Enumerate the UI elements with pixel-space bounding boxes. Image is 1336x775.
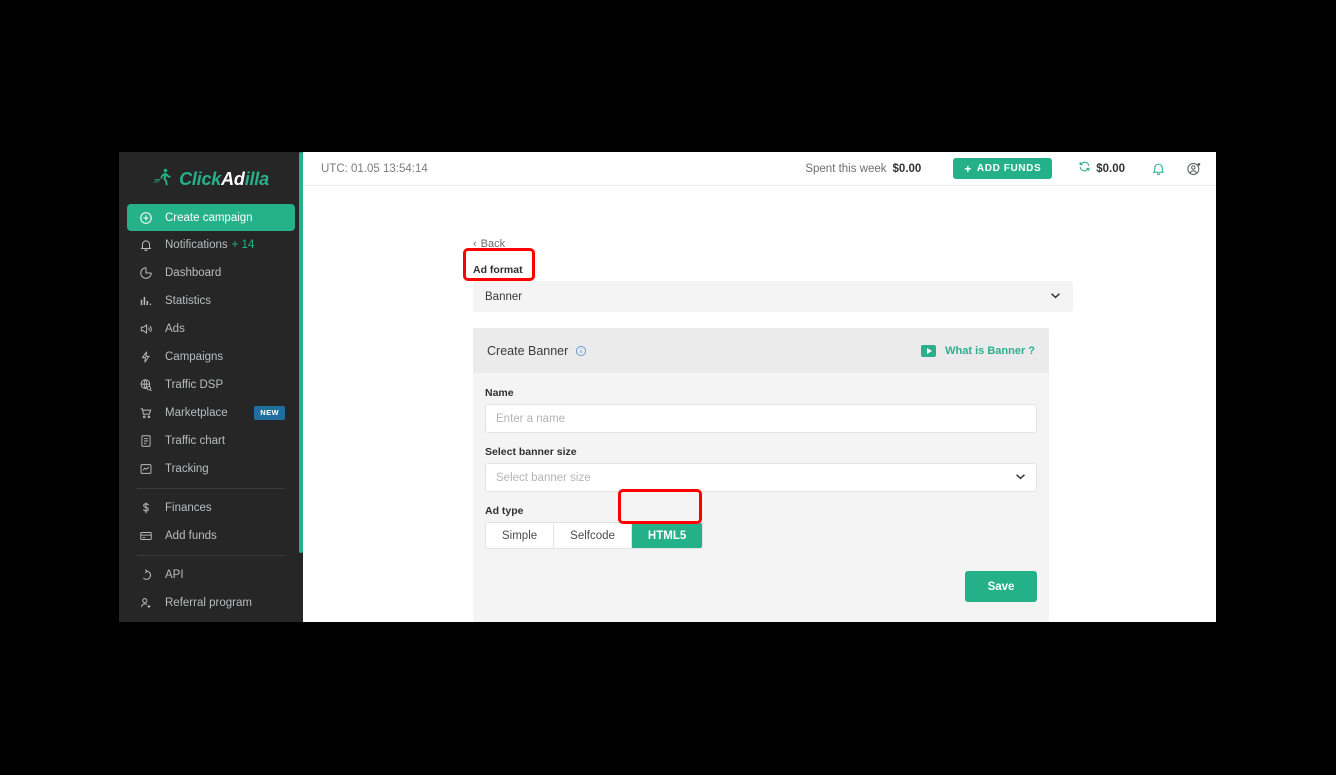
- sidebar-item-traffic-dsp[interactable]: Traffic DSP: [127, 371, 295, 399]
- brand-name-part2: Ad: [221, 169, 245, 189]
- banner-size-placeholder: Select banner size: [496, 472, 591, 484]
- sidebar-item-add-funds[interactable]: Add funds: [127, 522, 295, 550]
- document-icon: [137, 434, 155, 448]
- balance-value: $0.00: [1096, 163, 1125, 175]
- brand-name-part1: Click: [179, 169, 221, 189]
- topbar-right-group: Spent this week $0.00 + ADD FUNDS $0.00: [805, 158, 1202, 179]
- sidebar-divider-1: [137, 488, 285, 489]
- sidebar-item-label: Dashboard: [165, 267, 221, 279]
- sidebar-item-label: Referral program: [165, 597, 252, 609]
- utc-clock: UTC: 01.05 13:54:14: [321, 163, 428, 175]
- what-is-banner-label: What is Banner ?: [945, 345, 1035, 357]
- running-man-icon: [153, 167, 173, 192]
- sidebar-item-label: Tracking: [165, 463, 209, 475]
- sidebar-item-notifications[interactable]: Notifications + 14: [127, 231, 295, 259]
- bar-chart-icon: [137, 294, 155, 308]
- sidebar-nav: Create campaign Notifications + 14 Dashb…: [119, 204, 303, 617]
- globe-search-icon: [137, 378, 155, 392]
- spent-this-week-value: $0.00: [893, 163, 922, 175]
- add-funds-label: ADD FUNDS: [977, 163, 1041, 174]
- ad-format-label: Ad format: [473, 264, 1216, 276]
- dollar-icon: [137, 501, 155, 515]
- sidebar-item-tracking[interactable]: Tracking: [127, 455, 295, 483]
- sidebar-item-statistics[interactable]: Statistics: [127, 287, 295, 315]
- ad-type-tab-group: Simple Selfcode HTML5: [485, 522, 703, 549]
- chevron-left-icon: ‹: [473, 238, 477, 250]
- user-plus-icon: [137, 596, 155, 610]
- spent-this-week-label: Spent this week: [805, 163, 886, 175]
- sidebar-item-api[interactable]: API: [127, 561, 295, 589]
- sidebar-item-label: Traffic DSP: [165, 379, 223, 391]
- card-body: Name Select banner size Select banner si…: [473, 373, 1049, 622]
- sidebar-item-label: Statistics: [165, 295, 211, 307]
- banner-size-label: Select banner size: [485, 446, 1037, 458]
- main-pane: UTC: 01.05 13:54:14 Spent this week $0.0…: [303, 152, 1216, 622]
- sidebar-item-marketplace[interactable]: Marketplace NEW: [127, 399, 295, 427]
- notifications-bell-icon[interactable]: [1151, 161, 1166, 176]
- user-account-icon[interactable]: [1186, 161, 1202, 177]
- lightning-icon: [137, 350, 155, 364]
- clickadilla-app-window: ClickAdilla Create campaign Notification…: [119, 152, 1216, 622]
- content-inner: ‹ Back Ad format Banner Create Banner: [303, 186, 1216, 622]
- marketplace-new-badge: NEW: [254, 406, 285, 420]
- sidebar-item-label: Add funds: [165, 530, 217, 542]
- sidebar-item-label: Create campaign: [165, 212, 253, 224]
- tab-selfcode[interactable]: Selfcode: [554, 523, 632, 548]
- sidebar-item-campaigns[interactable]: Campaigns: [127, 343, 295, 371]
- plus-circle-icon: [137, 211, 155, 225]
- sidebar-item-label: Campaigns: [165, 351, 223, 363]
- sidebar-item-label: Notifications: [165, 239, 228, 251]
- brand-name-part3: illa: [245, 169, 269, 189]
- bell-icon: [137, 238, 155, 252]
- back-label: Back: [481, 238, 505, 250]
- notifications-count: + 14: [232, 239, 255, 251]
- back-link[interactable]: ‹ Back: [473, 238, 505, 250]
- add-funds-button[interactable]: + ADD FUNDS: [953, 158, 1052, 179]
- chevron-down-icon: [1015, 472, 1026, 483]
- sidebar-divider-2: [137, 555, 285, 556]
- topbar: UTC: 01.05 13:54:14 Spent this week $0.0…: [303, 152, 1216, 186]
- ad-format-select[interactable]: Banner: [473, 281, 1073, 312]
- tab-html5[interactable]: HTML5: [632, 523, 702, 548]
- pie-chart-icon: [137, 266, 155, 280]
- brand-name: ClickAdilla: [179, 169, 269, 190]
- sidebar-item-ads[interactable]: Ads: [127, 315, 295, 343]
- info-icon[interactable]: [575, 345, 587, 357]
- sidebar-item-referral-program[interactable]: Referral program: [127, 589, 295, 617]
- brand-logo[interactable]: ClickAdilla: [119, 152, 303, 204]
- name-label: Name: [485, 387, 1037, 399]
- card-title: Create Banner: [487, 344, 568, 358]
- sidebar-item-traffic-chart[interactable]: Traffic chart: [127, 427, 295, 455]
- chevron-down-icon: [1050, 291, 1061, 302]
- megaphone-icon: [137, 322, 155, 336]
- ad-type-label: Ad type: [485, 505, 1037, 517]
- cart-icon: [137, 406, 155, 420]
- sidebar-item-label: Ads: [165, 323, 185, 335]
- api-icon: [137, 568, 155, 582]
- create-banner-card: Create Banner What is Banner ? Name: [473, 328, 1049, 622]
- play-video-icon: [921, 345, 936, 357]
- save-row: Save: [485, 571, 1037, 602]
- sidebar: ClickAdilla Create campaign Notification…: [119, 152, 303, 622]
- sidebar-item-label: Finances: [165, 502, 212, 514]
- card-icon: [137, 529, 155, 543]
- sidebar-item-label: API: [165, 569, 184, 581]
- banner-size-select[interactable]: Select banner size: [485, 463, 1037, 492]
- sidebar-item-finances[interactable]: Finances: [127, 494, 295, 522]
- plus-icon: +: [964, 162, 972, 176]
- sidebar-item-dashboard[interactable]: Dashboard: [127, 259, 295, 287]
- name-input[interactable]: [485, 404, 1037, 433]
- sidebar-item-label: Traffic chart: [165, 435, 225, 447]
- save-button[interactable]: Save: [965, 571, 1037, 602]
- sidebar-item-label: Marketplace: [165, 407, 228, 419]
- sidebar-item-create-campaign[interactable]: Create campaign: [127, 204, 295, 231]
- card-header: Create Banner What is Banner ?: [473, 328, 1049, 373]
- what-is-banner-link[interactable]: What is Banner ?: [921, 345, 1035, 357]
- refresh-icon[interactable]: [1078, 160, 1091, 178]
- balance-group[interactable]: $0.00: [1078, 160, 1125, 178]
- content-area: ‹ Back Ad format Banner Create Banner: [303, 186, 1216, 622]
- chart-square-icon: [137, 462, 155, 476]
- tab-simple[interactable]: Simple: [486, 523, 554, 548]
- ad-format-value: Banner: [485, 291, 522, 303]
